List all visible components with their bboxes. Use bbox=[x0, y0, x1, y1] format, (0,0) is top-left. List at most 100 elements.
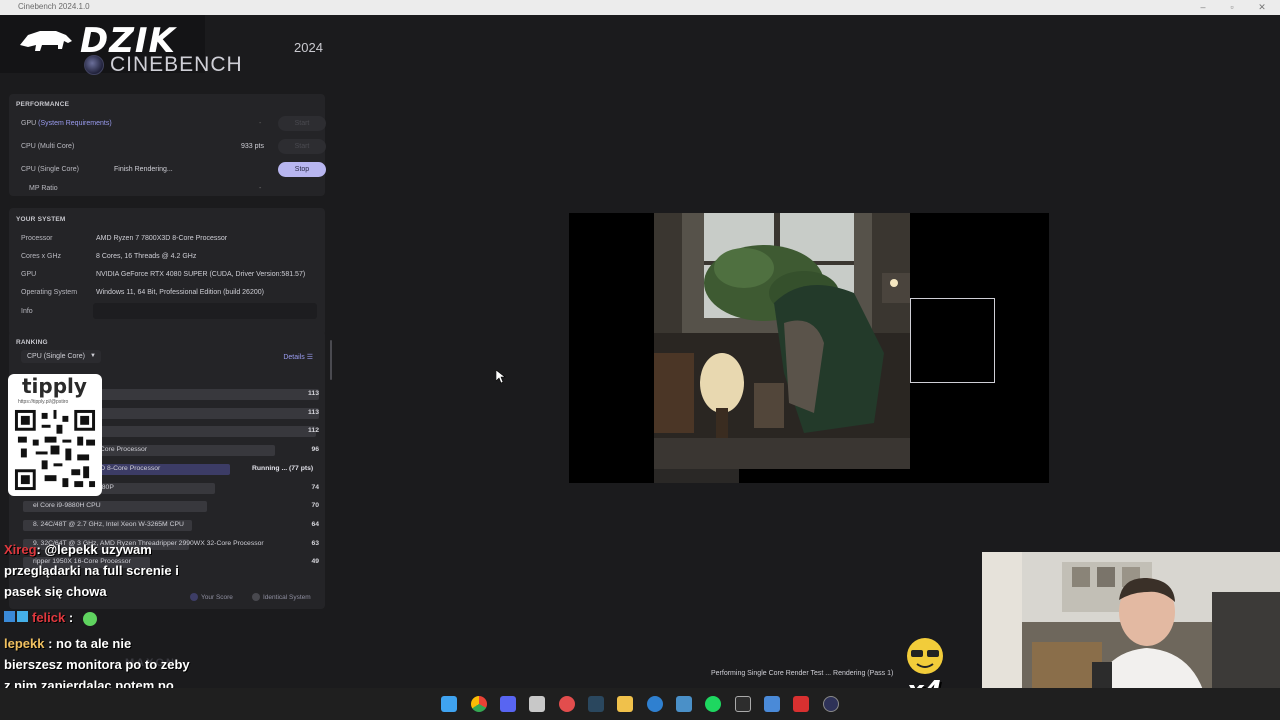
system-panel: YOUR SYSTEM Processor AMD Ryzen 7 7800X3… bbox=[9, 208, 325, 336]
mp-ratio-label: MP Ratio bbox=[29, 185, 58, 192]
maximize-icon[interactable]: ▫ bbox=[1226, 2, 1238, 12]
app-name: CINEBENCH bbox=[110, 53, 243, 76]
chat-username: Xireg bbox=[4, 542, 37, 557]
legend-your-label: Your Score bbox=[201, 593, 233, 601]
ranking-type-value: CPU (Single Core) bbox=[27, 353, 85, 360]
chevron-down-icon: ▼ bbox=[90, 353, 96, 359]
close-icon[interactable]: ✕ bbox=[1256, 2, 1268, 12]
start-windows-icon[interactable] bbox=[441, 696, 457, 712]
app-icon[interactable] bbox=[793, 696, 809, 712]
cinebench-taskbar-icon[interactable] bbox=[823, 696, 839, 712]
chat-username: lepekk bbox=[4, 636, 45, 651]
badge-icon bbox=[17, 611, 28, 622]
ranking-heading: RANKING bbox=[16, 339, 48, 346]
system-requirements-link[interactable]: (System Requirements) bbox=[38, 120, 112, 127]
system-row-label: Cores x GHz bbox=[21, 253, 62, 260]
performance-heading: PERFORMANCE bbox=[16, 101, 70, 108]
identical-dot-icon bbox=[252, 593, 260, 601]
obs-icon[interactable] bbox=[559, 696, 575, 712]
browser-icon[interactable] bbox=[647, 696, 663, 712]
ranking-row[interactable]: el Core i9-9880H CPU 70 bbox=[23, 500, 319, 513]
chat-text: : @lepekk uzywam bbox=[36, 542, 152, 557]
render-bucket-active bbox=[910, 298, 995, 383]
render-scene-image bbox=[654, 213, 910, 469]
cpu-multi-score: 933 pts bbox=[241, 143, 264, 150]
performance-panel: PERFORMANCE GPU (System Requirements) - … bbox=[9, 94, 326, 196]
window-titlebar: Cinebench 2024.1.0 – ▫ ✕ bbox=[0, 0, 1280, 15]
chat-text: : no ta ale nie bbox=[48, 636, 132, 651]
mp-ratio-value: - bbox=[259, 185, 262, 192]
cores-value: 8 Cores, 16 Threads @ 4.2 GHz bbox=[96, 253, 197, 260]
badge-icon bbox=[4, 611, 15, 622]
qr-code-icon bbox=[12, 407, 98, 493]
gpu-start-button[interactable]: Start bbox=[278, 116, 326, 131]
info-field[interactable] bbox=[93, 303, 317, 319]
legend-identical: Identical System bbox=[252, 593, 311, 601]
chat-message-cont: przeglądarki na full screnie i bbox=[4, 563, 179, 578]
app-icon[interactable] bbox=[735, 696, 751, 712]
ranking-score: 96 bbox=[311, 446, 319, 454]
cinebench-orb-icon bbox=[84, 55, 104, 75]
chat-message: felick : bbox=[4, 607, 97, 628]
folder-icon[interactable] bbox=[617, 696, 633, 712]
windows-taskbar bbox=[0, 688, 1280, 720]
chat-text: : bbox=[68, 610, 74, 625]
chat-username: felick bbox=[32, 610, 66, 625]
window-title: Cinebench 2024.1.0 bbox=[18, 2, 90, 11]
chat-message: lepekk : no ta ale nie bbox=[4, 633, 131, 654]
stop-button[interactable]: Stop bbox=[278, 162, 326, 177]
system-row-label: Processor bbox=[21, 235, 53, 242]
ranking-score: Running ... (77 pts) bbox=[252, 464, 314, 472]
cpu-single-status: Finish Rendering... bbox=[114, 166, 173, 173]
os-value: Windows 11, 64 Bit, Professional Edition… bbox=[96, 289, 264, 296]
steam-icon[interactable] bbox=[588, 696, 604, 712]
gpu-label: GPU bbox=[21, 120, 37, 127]
gpu-row-label: GPU (System Requirements) bbox=[21, 120, 112, 127]
ranking-score: 63 bbox=[311, 539, 319, 547]
minimize-icon[interactable]: – bbox=[1197, 2, 1209, 12]
spotify-icon[interactable] bbox=[705, 696, 721, 712]
details-link[interactable]: Details ☰ bbox=[283, 353, 313, 361]
ranking-row[interactable]: 8. 24C/48T @ 2.7 GHz, Intel Xeon W-3265M… bbox=[23, 519, 319, 531]
tipply-qr-overlay: tipply https://tipply.pl/@pstiro bbox=[8, 374, 102, 496]
boar-icon bbox=[20, 31, 72, 51]
chrome-icon[interactable] bbox=[471, 696, 487, 712]
mouse-cursor-icon bbox=[496, 370, 506, 384]
ranking-score: 113 bbox=[308, 408, 319, 416]
ranking-label: el Core i9-9880H CPU bbox=[33, 502, 101, 510]
system-row-label: Info bbox=[21, 308, 33, 315]
app-icon[interactable] bbox=[529, 696, 545, 712]
cinebench-logo: CINEBENCH bbox=[84, 53, 243, 77]
photos-icon[interactable] bbox=[764, 696, 780, 712]
ranking-score: 64 bbox=[311, 520, 319, 528]
ranking-score: 74 bbox=[311, 483, 319, 491]
scrollbar[interactable] bbox=[330, 340, 332, 380]
system-row-label: GPU bbox=[21, 271, 37, 278]
legend-identical-label: Identical System bbox=[263, 593, 311, 601]
gpu-value: NVIDIA GeForce RTX 4080 SUPER (CUDA, Dri… bbox=[96, 271, 306, 278]
version-year: 2024 bbox=[294, 40, 323, 55]
ranking-score: 113 bbox=[308, 390, 319, 397]
details-label: Details bbox=[283, 354, 305, 361]
ranking-type-dropdown[interactable]: CPU (Single Core) ▼ bbox=[21, 350, 101, 363]
chat-message: Xireg: @lepekk uzywam bbox=[4, 539, 152, 560]
ranking-score: 49 bbox=[311, 558, 319, 566]
cpu-single-label: CPU (Single Core) bbox=[21, 166, 79, 173]
render-bucket-partial bbox=[654, 469, 739, 483]
cpu-multi-start-button[interactable]: Start bbox=[278, 139, 326, 154]
sunglasses-emote-icon bbox=[907, 638, 943, 674]
tipply-url: https://tipply.pl/@pstiro bbox=[18, 399, 69, 405]
system-row-label: Operating System bbox=[21, 289, 78, 296]
discord-icon[interactable] bbox=[500, 696, 516, 712]
chat-message-cont: pasek się chowa bbox=[4, 584, 107, 599]
ranking-score: 70 bbox=[311, 502, 319, 510]
render-status: Performing Single Core Render Test ... R… bbox=[711, 670, 894, 677]
render-viewport bbox=[569, 213, 1049, 483]
cpu-multi-label: CPU (Multi Core) bbox=[21, 143, 75, 150]
ranking-score: 112 bbox=[308, 427, 319, 435]
emote-icon bbox=[82, 611, 97, 626]
tool-icon[interactable] bbox=[676, 696, 692, 712]
gpu-score: - bbox=[259, 120, 262, 127]
filter-icon: ☰ bbox=[306, 354, 313, 361]
ranking-label: 8. 24C/48T @ 2.7 GHz, Intel Xeon W-3265M… bbox=[33, 520, 184, 528]
